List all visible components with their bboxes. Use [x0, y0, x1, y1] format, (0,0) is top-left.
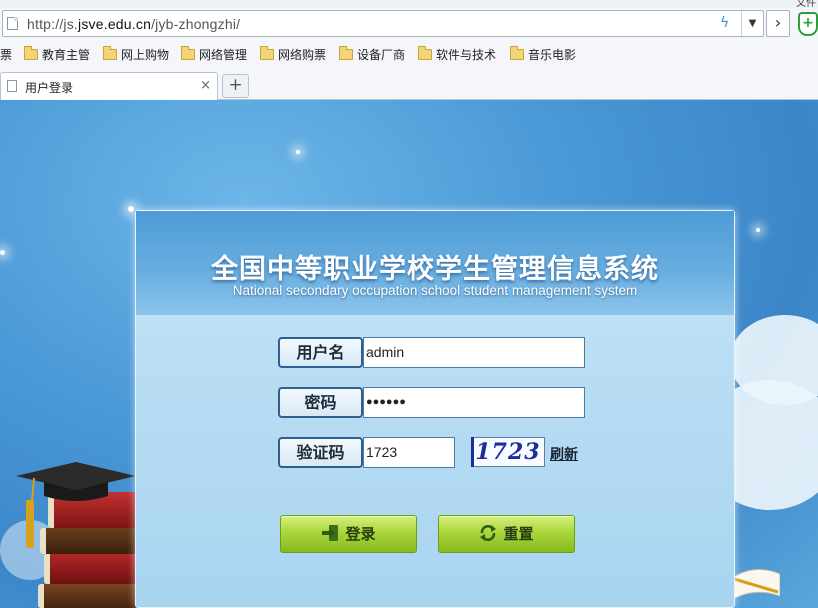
- shield-icon[interactable]: +: [798, 12, 818, 36]
- password-label: 密码: [278, 387, 363, 418]
- folder-icon: [181, 46, 195, 60]
- bookmark-item[interactable]: 网上购物: [103, 46, 169, 63]
- menu-strip: 文件: [0, 0, 818, 9]
- chevron-down-icon[interactable]: ▼: [741, 11, 763, 36]
- login-button[interactable]: 登录: [280, 515, 417, 553]
- sparkle-decoration: [128, 206, 134, 212]
- page-icon: [7, 17, 18, 30]
- browser-chrome: 文件 http://js.jsve.edu.cn/jyb-zhongzhi/ ϟ…: [0, 0, 818, 100]
- folder-icon: [418, 46, 432, 60]
- address-bar[interactable]: http://js.jsve.edu.cn/jyb-zhongzhi/ ϟ ▼: [2, 10, 764, 37]
- tab-user-login[interactable]: 用户登录 ×: [0, 72, 218, 100]
- bookmark-label: 教育主管: [42, 48, 91, 62]
- username-label: 用户名: [278, 337, 363, 368]
- login-panel: 全国中等职业学校学生管理信息系统 National secondary occu…: [135, 210, 735, 608]
- folder-icon: [260, 46, 274, 60]
- system-subtitle: National secondary occupation school stu…: [232, 283, 638, 298]
- bookmark-item[interactable]: 音乐电影: [510, 46, 576, 63]
- bookmark-label: 网上购物: [121, 48, 170, 62]
- url-text[interactable]: http://js.jsve.edu.cn/jyb-zhongzhi/: [27, 16, 240, 32]
- folder-icon: [339, 46, 353, 60]
- sparkle-decoration: [296, 150, 300, 154]
- login-icon: [322, 525, 339, 541]
- panel-header: 全国中等职业学校学生管理信息系统 National secondary occu…: [136, 211, 734, 315]
- bookmark-label: 音乐电影: [528, 48, 577, 62]
- bookmark-item[interactable]: 设备厂商: [339, 46, 405, 63]
- folder-icon: [510, 46, 524, 60]
- bookmarks-bar: 票 教育主管 网上购物 网络管理 网络购票 设备厂商 软件与技术 音乐电影: [0, 42, 818, 66]
- bookmark-item[interactable]: 网络管理: [181, 46, 247, 63]
- login-button-label: 登录: [345, 525, 376, 543]
- new-tab-button[interactable]: +: [222, 74, 249, 98]
- folder-icon: [24, 46, 38, 60]
- lightning-icon[interactable]: ϟ: [720, 15, 729, 31]
- captcha-label: 验证码: [278, 437, 363, 468]
- bookmark-label: 票: [0, 48, 13, 62]
- refresh-icon: [480, 525, 497, 541]
- username-input[interactable]: admin: [363, 337, 585, 368]
- captcha-input[interactable]: 1723: [363, 437, 455, 468]
- captcha-noise: [471, 437, 474, 467]
- bookmark-item[interactable]: 票: [0, 46, 12, 63]
- close-icon[interactable]: ×: [200, 78, 211, 93]
- captcha-image[interactable]: 1723: [471, 437, 545, 467]
- bookmark-label: 设备厂商: [357, 48, 406, 62]
- sparkle-decoration: [0, 250, 5, 255]
- bookmark-item[interactable]: 教育主管: [24, 46, 90, 63]
- tab-title: 用户登录: [25, 81, 74, 95]
- tab-bar: 用户登录 × +: [0, 70, 818, 100]
- bookmark-label: 软件与技术: [436, 48, 497, 62]
- system-title: 全国中等职业学校学生管理信息系统: [211, 254, 659, 285]
- refresh-captcha-link[interactable]: 刷新: [550, 444, 578, 464]
- login-page: 全国中等职业学校学生管理信息系统 National secondary occu…: [0, 100, 818, 608]
- go-button[interactable]: ›: [766, 10, 790, 37]
- password-input[interactable]: ●●●●●●: [363, 387, 585, 418]
- page-icon: [7, 80, 17, 92]
- graduation-cap-icon: [16, 462, 136, 502]
- sparkle-decoration: [756, 228, 760, 232]
- bookmark-label: 网络购票: [278, 48, 327, 62]
- bookmark-item[interactable]: 软件与技术: [418, 46, 496, 63]
- bookmark-label: 网络管理: [199, 48, 248, 62]
- menu-fragment[interactable]: 文件: [796, 0, 816, 9]
- reset-button-label: 重置: [503, 525, 534, 543]
- bookmark-item[interactable]: 网络购票: [260, 46, 326, 63]
- reset-button[interactable]: 重置: [438, 515, 575, 553]
- folder-icon: [103, 46, 117, 60]
